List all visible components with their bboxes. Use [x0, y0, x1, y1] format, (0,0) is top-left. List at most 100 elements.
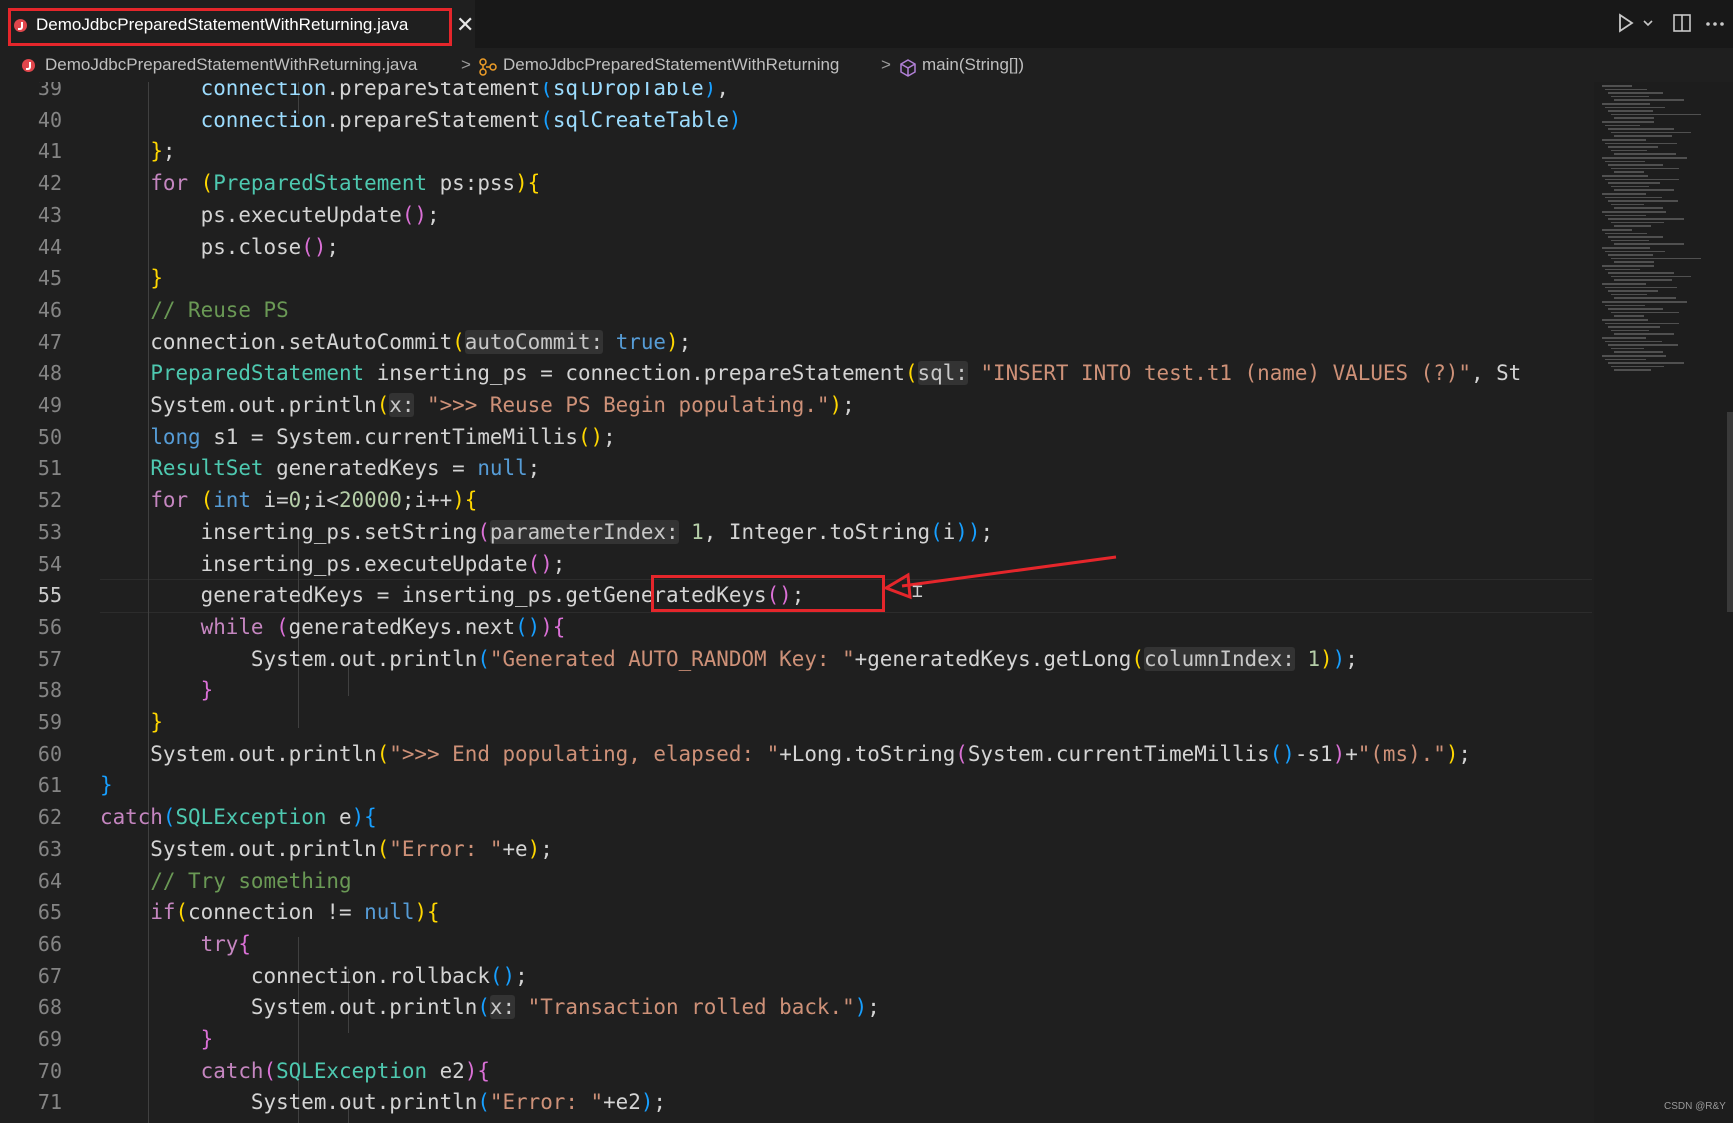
minimap-line	[1605, 196, 1662, 199]
code-token: )	[540, 614, 553, 639]
code-line[interactable]: connection.prepareStatement(sqlDropTable…	[100, 82, 729, 105]
code-line[interactable]: System.out.println("Error: "+e);	[100, 834, 553, 866]
code-line[interactable]: for (PreparedStatement ps:pss){	[100, 168, 540, 200]
minimap-line	[1602, 229, 1632, 231]
minimap-line	[1608, 272, 1674, 274]
code-token: }	[200, 678, 214, 703]
line-number: 54	[37, 551, 62, 576]
code-token: sqlCreateTable	[552, 107, 729, 132]
code-token: (	[477, 519, 490, 544]
code-token: ()	[401, 202, 428, 227]
line-number: 46	[37, 297, 62, 322]
code-line[interactable]: ps.executeUpdate();	[100, 200, 440, 232]
line-number: 52	[37, 488, 62, 513]
code-line[interactable]: // Reuse PS	[100, 295, 289, 327]
code-token: {	[364, 805, 377, 830]
code-line[interactable]: PreparedStatement inserting_ps = connect…	[100, 358, 1521, 390]
code-token: ps:pss	[427, 171, 516, 196]
code-token: ;i<	[301, 488, 339, 513]
code-token: generatedKeys.next	[288, 614, 516, 639]
code-token: +Long.toString	[779, 741, 956, 766]
code-token: System.out.println	[100, 646, 478, 671]
code-line[interactable]: }	[100, 770, 113, 802]
code-line[interactable]: for (int i=0;i<20000;i++){	[100, 485, 477, 517]
code-line[interactable]: inserting_ps.executeUpdate();	[100, 549, 566, 581]
code-line[interactable]: if(connection != null){	[100, 897, 439, 929]
minimap-line	[1614, 261, 1654, 263]
code-token: )	[1332, 741, 1346, 766]
code-token: )	[1320, 646, 1333, 671]
code-token: ()	[489, 963, 516, 988]
code-line[interactable]: catch(SQLException e){	[100, 802, 377, 834]
code-token: }	[150, 139, 163, 164]
code-token: }	[100, 773, 113, 798]
code-token: ()	[301, 234, 327, 259]
code-line[interactable]: }	[100, 1024, 214, 1056]
code-line[interactable]: System.out.println(">>> End populating, …	[100, 739, 1471, 771]
chevron-down-icon[interactable]	[1641, 12, 1655, 36]
run-icon[interactable]	[1617, 12, 1635, 36]
line-number: 55	[37, 583, 62, 608]
minimap-line	[1602, 247, 1650, 249]
close-icon[interactable]: ✕	[456, 12, 474, 38]
code-token: .prepareStatement	[326, 82, 541, 100]
line-number: 39	[37, 82, 62, 100]
code-line[interactable]: System.out.println("Error: "+e2);	[100, 1087, 666, 1119]
code-line[interactable]: };	[100, 136, 175, 168]
code-line[interactable]: // Try something	[100, 866, 351, 898]
minimap-line	[1605, 304, 1645, 307]
code-token: connection.rollback	[100, 963, 490, 988]
code-token: while	[200, 614, 264, 639]
minimap-line	[1611, 221, 1664, 224]
code-token: null	[364, 900, 415, 925]
breadcrumb-class[interactable]: DemoJdbcPreparedStatementWithReturning	[503, 48, 839, 82]
line-number: 59	[37, 710, 62, 734]
minimap-line	[1611, 113, 1701, 116]
code-line[interactable]: connection.prepareStatement(sqlCreateTab…	[100, 105, 742, 137]
code-line[interactable]: connection.setAutoCommit(autoCommit: tru…	[100, 327, 691, 359]
code-token: inserting_ps.setString	[100, 519, 478, 544]
code-line[interactable]: ps.close();	[100, 232, 339, 264]
code-line[interactable]: }	[100, 675, 214, 707]
code-token: "Transaction rolled back."	[527, 995, 855, 1020]
code-token: {	[552, 614, 566, 639]
code-line[interactable]: connection.rollback();	[100, 961, 528, 993]
minimap[interactable]	[1594, 82, 1733, 1123]
minimap-line	[1608, 146, 1658, 148]
code-line[interactable]: System.out.println(x: ">>> Reuse PS Begi…	[100, 390, 855, 422]
more-actions-icon[interactable]	[1704, 12, 1726, 36]
code-line[interactable]: long s1 = System.currentTimeMillis();	[100, 422, 615, 454]
breadcrumb-file[interactable]: DemoJdbcPreparedStatementWithReturning.j…	[45, 48, 417, 82]
split-editor-icon[interactable]	[1672, 12, 1692, 36]
code-token: )	[854, 995, 868, 1020]
line-number: 50	[37, 424, 62, 449]
code-token: x:	[389, 393, 415, 417]
code-line[interactable]: catch(SQLException e2){	[100, 1056, 490, 1088]
code-line[interactable]: System.out.println("Generated AUTO_RANDO…	[100, 644, 1358, 676]
code-token: // Reuse PS	[150, 297, 289, 322]
code-line[interactable]: }	[100, 707, 163, 739]
code-line[interactable]: }	[100, 263, 163, 295]
code-token: )	[829, 393, 843, 417]
code-line[interactable]: System.out.println(x: "Transaction rolle…	[100, 992, 880, 1024]
code-token: generatedKeys =	[263, 456, 478, 481]
breadcrumb-method[interactable]: main(String[])	[922, 48, 1024, 82]
minimap-line	[1614, 315, 1644, 317]
code-token: System.out.println	[100, 393, 377, 417]
code-line[interactable]: try{	[100, 929, 251, 961]
code-token: "Error: "	[489, 1090, 604, 1115]
code-line[interactable]: ResultSet generatedKeys = null;	[100, 453, 540, 485]
minimap-line	[1614, 279, 1672, 281]
code-token: catch	[200, 1058, 264, 1083]
code-line[interactable]: while (generatedKeys.next()){	[100, 612, 566, 644]
code-line[interactable]: inserting_ps.setString(parameterIndex: 1…	[100, 517, 993, 549]
scrollbar-thumb[interactable]	[1727, 412, 1733, 612]
code-token: "Error: "	[389, 836, 503, 861]
